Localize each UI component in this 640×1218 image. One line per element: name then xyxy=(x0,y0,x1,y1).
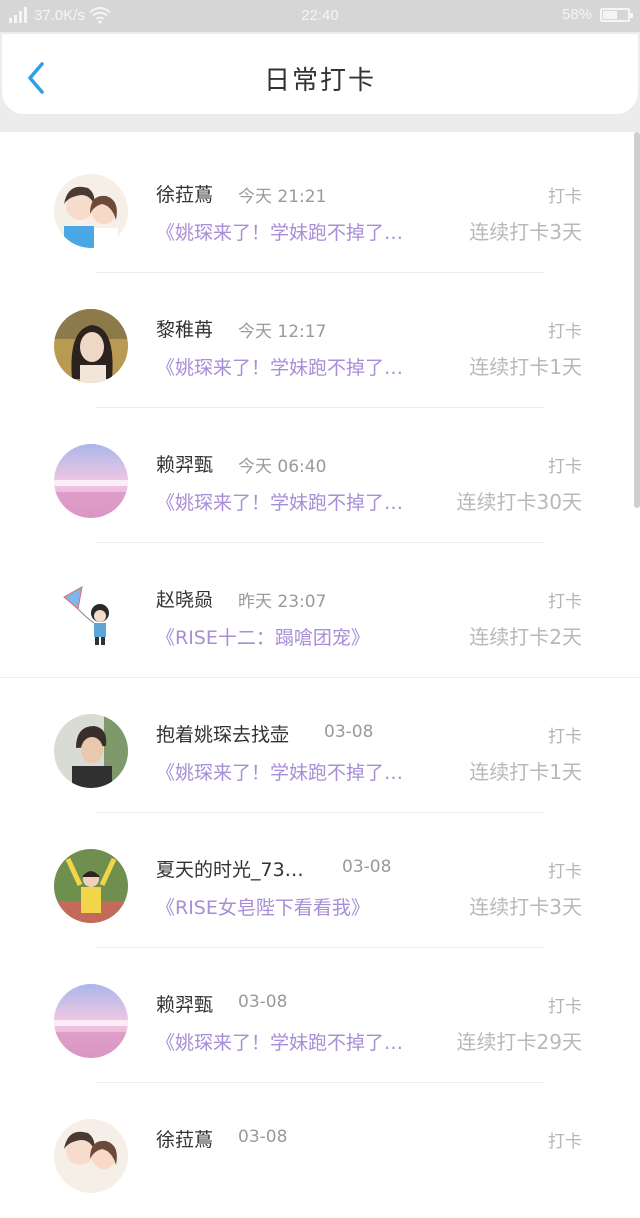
checkin-action[interactable]: 打卡 xyxy=(548,587,582,612)
couple-illustration-icon xyxy=(54,1119,128,1193)
couple-illustration-icon xyxy=(54,174,128,248)
user-name[interactable]: 夏天的时光_73… xyxy=(156,855,304,882)
streak-label: 连续打卡1天 xyxy=(469,760,582,784)
avatar[interactable] xyxy=(54,984,128,1058)
checkin-action[interactable]: 打卡 xyxy=(548,992,582,1017)
list-item[interactable]: 徐菈蔦 03-08 打卡 xyxy=(0,1083,640,1218)
checkin-action[interactable]: 打卡 xyxy=(548,857,582,882)
status-right: 58% xyxy=(561,6,633,23)
status-bar: 37.0K/s 22:40 58% xyxy=(0,0,640,32)
avatar[interactable] xyxy=(54,444,128,518)
list-item[interactable]: 赖羿甄 03-08 打卡 《姚琛来了！学妹跑不掉了… 连续打卡29天 xyxy=(0,948,640,1083)
list-item[interactable]: 抱着姚琛去找壶 03-08 打卡 《姚琛来了！学妹跑不掉了… 连续打卡1天 xyxy=(0,678,640,813)
checkin-action[interactable]: 打卡 xyxy=(548,1127,582,1152)
topic-link[interactable]: 《姚琛来了！学妹跑不掉了… xyxy=(156,1028,403,1055)
yellow-girl-photo-icon xyxy=(54,849,128,923)
user-name[interactable]: 黎稚苒 xyxy=(156,315,213,342)
checkin-time: 今天 12:17 xyxy=(238,322,327,342)
checkin-action[interactable]: 打卡 xyxy=(548,182,582,207)
list-item[interactable]: 徐菈蔦 今天 21:21 打卡 《姚琛来了！学妹跑不掉了… 连续打卡3天 xyxy=(0,138,640,273)
user-name[interactable]: 抱着姚琛去找壶 xyxy=(156,720,289,747)
pink-sky-scene-icon xyxy=(54,444,128,518)
battery-icon xyxy=(600,7,633,22)
avatar[interactable] xyxy=(54,309,128,383)
avatar[interactable] xyxy=(54,1119,128,1193)
topic-link[interactable]: 《RISE十二：蹋嗆团宠》 xyxy=(156,623,370,650)
checkin-list: 徐菈蔦 今天 21:21 打卡 《姚琛来了！学妹跑不掉了… 连续打卡3天 黎稚苒… xyxy=(0,138,640,1218)
pink-sky-scene-icon xyxy=(54,984,128,1058)
battery-percent: 58% xyxy=(561,6,592,23)
streak-label: 连续打卡30天 xyxy=(456,490,582,514)
streak-label: 连续打卡3天 xyxy=(469,220,582,244)
boy-photo-icon xyxy=(54,714,128,788)
list-item[interactable]: 夏天的时光_73… 03-08 打卡 《RISE女皂陛下看看我》 连续打卡3天 xyxy=(0,813,640,948)
checkin-time: 03-08 xyxy=(324,722,374,742)
checkin-action[interactable]: 打卡 xyxy=(548,317,582,342)
checkin-time: 今天 06:40 xyxy=(238,457,327,477)
list-item[interactable]: 赖羿甄 今天 06:40 打卡 《姚琛来了！学妹跑不掉了… 连续打卡30天 xyxy=(0,408,640,543)
streak-label: 连续打卡2天 xyxy=(469,625,582,649)
avatar[interactable] xyxy=(54,174,128,248)
checkin-action[interactable]: 打卡 xyxy=(548,722,582,747)
user-name[interactable]: 徐菈蔦 xyxy=(156,180,213,207)
checkin-time: 03-08 xyxy=(238,992,288,1012)
streak-label: 连续打卡29天 xyxy=(456,1030,582,1054)
avatar[interactable] xyxy=(54,579,128,653)
topic-link[interactable]: 《姚琛来了！学妹跑不掉了… xyxy=(156,218,403,245)
user-name[interactable]: 赖羿甄 xyxy=(156,990,213,1017)
top-bar: 日常打卡 xyxy=(2,34,638,114)
user-name[interactable]: 赵晓赑 xyxy=(156,585,213,612)
checkin-action[interactable]: 打卡 xyxy=(548,452,582,477)
scrollbar[interactable] xyxy=(634,132,640,508)
checkin-time: 昨天 23:07 xyxy=(238,592,327,612)
status-time: 22:40 xyxy=(301,7,339,24)
kite-boy-illustration-icon xyxy=(54,579,128,653)
topic-link[interactable]: 《姚琛来了！学妹跑不掉了… xyxy=(156,488,403,515)
list-item[interactable]: 赵晓赑 昨天 23:07 打卡 《RISE十二：蹋嗆团宠》 连续打卡2天 xyxy=(0,543,640,678)
streak-label: 连续打卡1天 xyxy=(469,355,582,379)
avatar[interactable] xyxy=(54,714,128,788)
list-item[interactable]: 黎稚苒 今天 12:17 打卡 《姚琛来了！学妹跑不掉了… 连续打卡1天 xyxy=(0,273,640,408)
checkin-time: 03-08 xyxy=(238,1127,288,1147)
checkin-time: 今天 21:21 xyxy=(238,187,327,207)
checkin-time: 03-08 xyxy=(342,857,392,877)
user-name[interactable]: 徐菈蔦 xyxy=(156,1125,213,1152)
battery-level xyxy=(603,10,617,19)
topic-link[interactable]: 《RISE女皂陛下看看我》 xyxy=(156,893,370,920)
streak-label: 连续打卡3天 xyxy=(469,895,582,919)
page-title: 日常打卡 xyxy=(263,66,376,96)
user-name[interactable]: 赖羿甄 xyxy=(156,450,213,477)
topic-link[interactable]: 《姚琛来了！学妹跑不掉了… xyxy=(156,758,403,785)
girl-photo-icon xyxy=(54,309,128,383)
topic-link[interactable]: 《姚琛来了！学妹跑不掉了… xyxy=(156,353,403,380)
avatar[interactable] xyxy=(54,849,128,923)
